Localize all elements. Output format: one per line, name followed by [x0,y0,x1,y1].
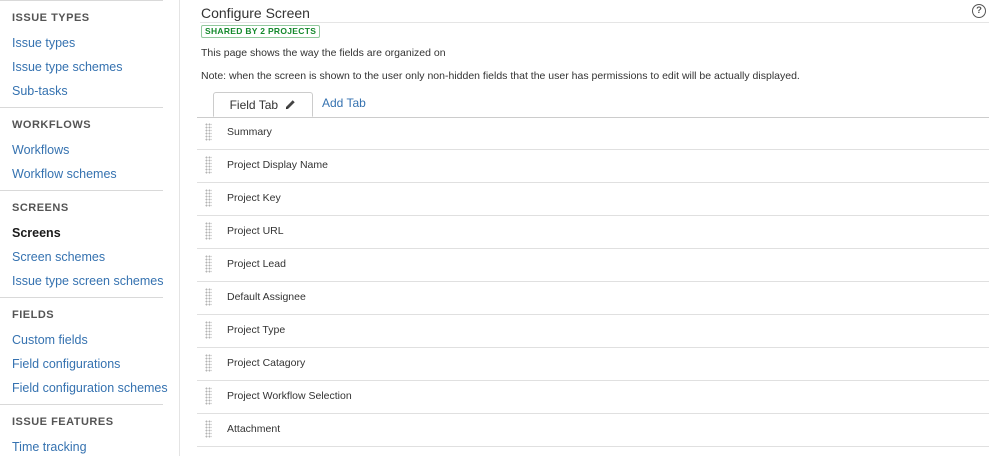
sidebar-sections: ISSUE TYPES Issue types Issue type schemes… [0,0,179,456]
field-row[interactable]: Project Display Name [197,150,989,183]
main-content: Configure Screen ? SHARED BY 2 PROJECTS … [197,0,989,456]
drag-handle-icon[interactable] [205,354,212,372]
sidebar-item-workflow-schemes[interactable]: Workflow schemes [0,162,163,186]
sidebar-section-header: ISSUE FEATURES [0,404,163,429]
drag-handle-icon[interactable] [205,222,212,240]
drag-handle-icon[interactable] [205,123,212,141]
field-row[interactable]: Project Workflow Selection [197,381,989,414]
drag-handle-icon[interactable] [205,255,212,273]
screen-tabs: Field Tab Add Tab [197,92,989,118]
sidebar-item-screen-schemes[interactable]: Screen schemes [0,245,163,269]
field-name: Project Key [227,192,281,204]
field-name: Summary [227,126,272,138]
field-row[interactable]: Default Assignee [197,282,989,315]
drag-handle-icon[interactable] [205,420,212,438]
sidebar-item-issue-type-schemes[interactable]: Issue type schemes [0,55,163,79]
field-list: Summary Project Display Name Project Key Pr… [197,117,989,447]
field-row[interactable]: Project Key [197,183,989,216]
sidebar-section-screens: SCREENS Screens Screen schemes Issue type s… [0,190,163,297]
field-name: Project Workflow Selection [227,390,352,402]
sidebar-section-header: ISSUE TYPES [0,0,163,25]
page-header: Configure Screen ? [200,0,989,23]
sidebar-item-time-tracking[interactable]: Time tracking [0,435,163,456]
sidebar-item-workflows[interactable]: Workflows [0,138,163,162]
add-tab-link[interactable]: Add Tab [322,96,366,110]
field-name: Project Catagory [227,357,306,369]
sidebar-item-list: Workflows Workflow schemes [0,132,163,190]
field-row[interactable]: Project Catagory [197,348,989,381]
sidebar-item-screens[interactable]: Screens [0,221,163,245]
sidebar-item-sub-tasks[interactable]: Sub-tasks [0,79,163,103]
sidebar-item-list: Time tracking [0,429,163,456]
field-name: Default Assignee [227,291,306,303]
field-name: Project Lead [227,258,286,270]
drag-handle-icon[interactable] [205,387,212,405]
field-name: Project URL [227,225,284,237]
sidebar-item-issue-types[interactable]: Issue types [0,31,163,55]
field-row[interactable]: Attachment [197,414,989,447]
page-description: This page shows the way the fields are o… [201,47,446,59]
sidebar-section-fields: FIELDS Custom fields Field configurations F… [0,297,168,404]
tab-field-tab[interactable]: Field Tab [213,92,313,117]
sidebar-section-header: SCREENS [0,190,163,215]
drag-handle-icon[interactable] [205,189,212,207]
field-name: Attachment [227,423,281,435]
drag-handle-icon[interactable] [205,321,212,339]
field-row[interactable]: Project URL [197,216,989,249]
sidebar-item-field-configurations[interactable]: Field configurations [0,352,163,376]
field-row[interactable]: Project Lead [197,249,989,282]
pencil-icon[interactable] [285,94,296,118]
sidebar-item-list: Custom fields Field configurations Field c… [0,322,168,404]
sidebar-section-issue-types: ISSUE TYPES Issue types Issue type schemes… [0,0,163,107]
field-row[interactable]: Project Type [197,315,989,348]
sidebar-item-list: Issue types Issue type schemes Sub-tasks [0,25,163,107]
admin-sidebar: ISSUE TYPES Issue types Issue type schemes… [0,0,180,456]
sidebar-item-list: Screens Screen schemes Issue type screen s… [0,215,163,297]
page-title: Configure Screen [201,5,310,21]
field-name: Project Type [227,324,286,336]
sidebar-section-header: WORKFLOWS [0,107,163,132]
drag-handle-icon[interactable] [205,156,212,174]
sidebar-section-issue-features: ISSUE FEATURES Time tracking [0,404,163,456]
page-note: Note: when the screen is shown to the us… [201,70,800,82]
sidebar-section-header: FIELDS [0,297,163,322]
field-row[interactable]: Summary [197,117,989,150]
sidebar-section-workflows: WORKFLOWS Workflows Workflow schemes [0,107,163,190]
question-circle-icon[interactable]: ? [972,4,986,18]
shared-projects-badge[interactable]: SHARED BY 2 PROJECTS [201,25,321,38]
sidebar-item-issue-type-screen-schemes[interactable]: Issue type screen schemes [0,269,163,293]
app-window: ISSUE TYPES Issue types Issue type schemes… [0,0,999,456]
tab-field-tab-label: Field Tab [229,98,279,112]
field-name: Project Display Name [227,159,328,171]
sidebar-item-custom-fields[interactable]: Custom fields [0,328,163,352]
drag-handle-icon[interactable] [205,288,212,306]
sidebar-item-field-configuration-schemes[interactable]: Field configuration schemes [0,376,168,400]
